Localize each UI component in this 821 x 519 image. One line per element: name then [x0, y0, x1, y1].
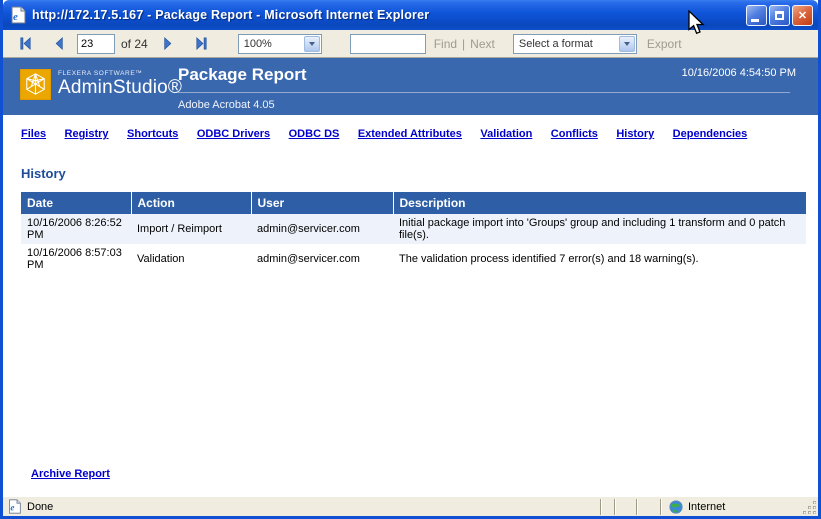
format-value: Select a format — [519, 38, 593, 50]
first-page-button[interactable] — [15, 34, 35, 54]
zoom-select[interactable]: 100% — [238, 34, 322, 54]
nav-link-shortcuts[interactable]: Shortcuts — [127, 128, 178, 140]
cube-icon — [20, 69, 51, 100]
report-header: FLEXERA SOFTWARE™ AdminStudio® Package R… — [3, 58, 818, 115]
header-divider — [178, 92, 790, 93]
prev-page-button[interactable] — [49, 34, 69, 54]
find-next-separator: | — [462, 37, 465, 51]
page-number-input[interactable] — [77, 34, 115, 54]
cell-action: Import / Reimport — [131, 214, 251, 244]
status-pane — [614, 499, 636, 515]
column-header-user: User — [251, 192, 393, 214]
nav-link-odbc-drivers[interactable]: ODBC Drivers — [197, 128, 270, 140]
column-header-description: Description — [393, 192, 806, 214]
nav-link-validation[interactable]: Validation — [480, 128, 532, 140]
table-row: 10/16/2006 8:26:52 PM Import / Reimport … — [21, 214, 806, 244]
minimize-button[interactable] — [746, 5, 767, 26]
zoom-value: 100% — [244, 38, 272, 50]
next-find-button[interactable]: Next — [470, 37, 495, 51]
status-bar: e Done Internet — [3, 496, 818, 516]
export-button[interactable]: Export — [647, 37, 682, 51]
cell-user: admin@servicer.com — [251, 214, 393, 244]
package-name: Adobe Acrobat 4.05 — [178, 99, 794, 111]
next-page-icon — [160, 36, 175, 51]
last-page-icon — [194, 36, 209, 51]
table-header-row: Date Action User Description — [21, 192, 806, 214]
ie-page-icon: e — [9, 6, 27, 24]
status-pane — [600, 499, 614, 515]
nav-link-conflicts[interactable]: Conflicts — [551, 128, 598, 140]
column-header-action: Action — [131, 192, 251, 214]
cell-action: Validation — [131, 244, 251, 274]
format-select[interactable]: Select a format — [513, 34, 637, 54]
window-title: http://172.17.5.167 - Package Report - M… — [32, 8, 738, 22]
maximize-icon — [775, 11, 784, 20]
security-zone-label: Internet — [688, 501, 725, 513]
cell-description: The validation process identified 7 erro… — [393, 244, 806, 274]
status-text: Done — [27, 501, 53, 513]
report-nav: Files Registry Shortcuts ODBC Drivers OD… — [3, 115, 818, 142]
cell-date: 10/16/2006 8:57:03 PM — [21, 244, 131, 274]
report-content: Files Registry Shortcuts ODBC Drivers OD… — [3, 115, 818, 496]
browser-window: e http://172.17.5.167 - Package Report -… — [0, 0, 821, 519]
chevron-down-icon — [304, 36, 320, 52]
ie-page-icon: e — [7, 499, 22, 514]
maximize-button[interactable] — [769, 5, 790, 26]
nav-link-registry[interactable]: Registry — [65, 128, 109, 140]
column-header-date: Date — [21, 192, 131, 214]
find-button[interactable]: Find — [434, 37, 457, 51]
nav-link-dependencies[interactable]: Dependencies — [673, 128, 748, 140]
svg-text:e: e — [13, 11, 18, 23]
close-button[interactable]: ✕ — [792, 5, 813, 26]
nav-link-extended-attributes[interactable]: Extended Attributes — [358, 128, 462, 140]
cell-user: admin@servicer.com — [251, 244, 393, 274]
nav-link-history[interactable]: History — [616, 128, 654, 140]
first-page-icon — [18, 36, 33, 51]
adminstudio-brand-label: AdminStudio® — [58, 77, 182, 99]
svg-text:e: e — [10, 503, 14, 513]
find-input[interactable] — [350, 34, 426, 54]
close-icon: ✕ — [798, 9, 807, 22]
resize-grip[interactable] — [802, 500, 818, 516]
last-page-button[interactable] — [192, 34, 212, 54]
cell-description: Initial package import into 'Groups' gro… — [393, 214, 806, 244]
title-bar: e http://172.17.5.167 - Package Report -… — [3, 0, 818, 30]
minimize-icon — [751, 19, 759, 22]
cell-date: 10/16/2006 8:26:52 PM — [21, 214, 131, 244]
history-table: Date Action User Description 10/16/2006 … — [21, 192, 806, 274]
report-timestamp: 10/16/2006 4:54:50 PM — [682, 67, 796, 79]
status-pane — [636, 499, 660, 515]
adminstudio-logo: FLEXERA SOFTWARE™ AdminStudio® — [20, 69, 182, 100]
chevron-down-icon — [619, 36, 635, 52]
table-row: 10/16/2006 8:57:03 PM Validation admin@s… — [21, 244, 806, 274]
nav-link-files[interactable]: Files — [21, 128, 46, 140]
prev-page-icon — [52, 36, 67, 51]
archive-report-link[interactable]: Archive Report — [31, 468, 110, 480]
section-title: History — [21, 166, 818, 181]
report-toolbar: of 24 100% Find | Next Select a format E… — [3, 30, 818, 58]
page-count-label: of 24 — [121, 37, 148, 51]
nav-link-odbc-ds[interactable]: ODBC DS — [289, 128, 340, 140]
globe-icon — [669, 500, 683, 514]
next-page-button[interactable] — [158, 34, 178, 54]
flexera-brand-label: FLEXERA SOFTWARE™ — [58, 70, 182, 77]
